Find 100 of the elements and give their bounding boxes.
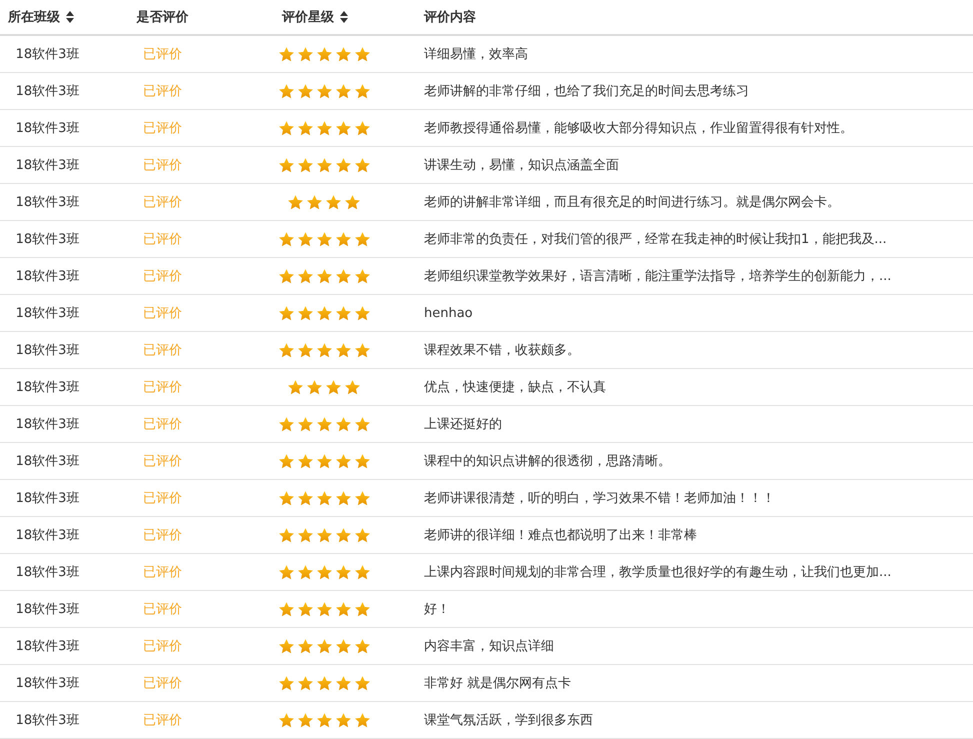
star-icon [354,156,370,174]
comment-text: 上课还挺好的 [424,416,502,433]
star-icon [278,490,294,506]
column-header: 评价星级 [282,9,334,26]
star-icon [334,564,352,580]
class-cell-text: 18软件3班 [16,638,80,655]
star-icon [344,378,361,396]
comment-text: 老师组织课堂教学效果好，语言清晰，能注重学法指导，培养学生的创新能力，... [424,268,892,285]
status-text: 已评价 [143,194,182,211]
class-cell-text: 18软件3班 [16,527,80,544]
status-text: 已评价 [143,638,182,655]
star-icon [325,378,342,396]
star-icon [296,156,314,174]
class-cell-text: 18软件3班 [16,305,80,322]
star-icon [316,526,332,544]
star-icon [316,120,332,136]
class-cell-text: 18软件3班 [16,120,80,137]
star-icon [354,712,370,728]
status-text: 已评价 [143,268,182,285]
status-text: 已评价 [143,453,182,470]
comment-text: 课堂气氛活跃，学到很多东西 [424,712,593,729]
star-icon [278,268,294,284]
sort-icon[interactable] [66,11,74,23]
star-icon [296,526,314,544]
star-icon [287,378,304,396]
star-icon [296,304,314,322]
star-icon [287,194,304,210]
star-icon [316,712,332,728]
comment-text: 好！ [424,601,450,618]
star-icon [278,638,294,654]
star-icon [334,600,352,618]
star-icon [334,490,352,506]
star-icon [316,600,332,618]
star-icon [334,46,352,62]
comment-text: 上课内容跟时间规划的非常合理，教学质量也很好学的有趣生动，让我们也更加... [424,564,892,581]
class-cell-text: 18软件3班 [16,379,80,396]
status-text: 已评价 [143,379,182,396]
status-text: 已评价 [143,712,182,729]
star-icon [316,268,332,284]
star-icon [316,638,332,654]
comment-text: 老师讲的很详细！难点也都说明了出来！非常棒 [424,527,697,544]
star-icon [306,378,323,396]
star-icon [278,156,294,174]
status-text: 已评价 [143,527,182,544]
class-cell-text: 18软件3班 [16,46,80,63]
star-icon [278,564,294,580]
star-icon [278,600,294,618]
star-icon [278,230,294,248]
star-icon [296,268,314,284]
status-text: 已评价 [143,564,182,581]
star-icon [354,490,370,506]
star-icon [278,82,294,100]
class-cell-text: 18软件3班 [16,416,80,433]
comment-text: 优点，快速便捷，缺点，不认真 [424,379,606,396]
star-icon [296,600,314,618]
star-icon [354,452,370,470]
star-icon [354,120,370,136]
comment-text: henhao [424,306,473,320]
star-icon [354,304,370,322]
star-icon [316,82,332,100]
star-icon [354,46,370,62]
star-icon [334,674,352,692]
star-icon [278,120,294,136]
star-icon [354,674,370,692]
star-icon [278,416,294,432]
comment-text: 老师讲课很清楚，听的明白，学习效果不错！老师加油！！！ [424,490,775,507]
status-text: 已评价 [143,46,182,63]
status-text: 已评价 [143,120,182,137]
star-icon [296,46,314,62]
star-icon [354,82,370,100]
star-icon [334,342,352,358]
star-icon [334,230,352,248]
sort-icon[interactable] [340,11,348,23]
star-icon [334,156,352,174]
status-text: 已评价 [143,601,182,618]
status-text: 已评价 [143,675,182,692]
star-icon [278,452,294,470]
star-icon [354,564,370,580]
status-text: 已评价 [143,157,182,174]
star-icon [354,526,370,544]
star-icon [334,638,352,654]
star-icon [296,490,314,506]
star-icon [316,564,332,580]
star-icon [296,342,314,358]
comment-text: 课程效果不错，收获颇多。 [424,342,580,359]
star-icon [334,416,352,432]
comment-text: 讲课生动，易懂，知识点涵盖全面 [424,157,619,174]
star-icon [316,46,332,62]
star-icon [316,416,332,432]
comment-text: 课程中的知识点讲解的很透彻，思路清晰。 [424,453,671,470]
star-icon [296,674,314,692]
class-cell-text: 18软件3班 [16,231,80,248]
class-cell-text: 18软件3班 [16,675,80,692]
comment-text: 老师教授得通俗易懂，能够吸收大部分得知识点，作业留置得很有针对性。 [424,120,853,137]
comment-text: 非常好 就是偶尔网有点卡 [424,675,572,692]
status-text: 已评价 [143,305,182,322]
star-icon [278,46,294,62]
class-cell-text: 18软件3班 [16,194,80,211]
star-icon [296,452,314,470]
comment-text: 详细易懂，效率高 [424,46,528,63]
